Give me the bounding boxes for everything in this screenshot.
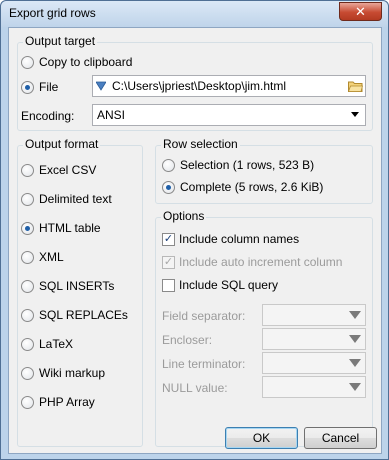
delimited-text-label: Delimited text [39,192,112,206]
sql-replaces-label: SQL REPLACEs [39,308,128,322]
format-option-php-array[interactable]: PHP Array [21,395,95,409]
null-value-label: NULL value: [162,381,228,395]
format-option-wiki-markup[interactable]: Wiki markup [21,366,105,380]
close-button[interactable]: ✕ [339,2,382,21]
include-column-names-label: Include column names [179,232,300,246]
chevron-down-icon [349,383,361,391]
latex-label: LaTeX [39,337,74,351]
funnel-icon [96,81,106,91]
chevron-down-icon [349,311,361,319]
file-radio[interactable] [21,80,34,94]
sql-inserts-radio[interactable] [21,279,34,293]
row-selection-option-complete[interactable]: Complete (5 rows, 2.6 KiB) [162,180,323,194]
format-option-xml[interactable]: XML [21,250,64,264]
close-icon: ✕ [355,3,366,19]
html-table-radio[interactable] [21,221,34,235]
row-selection-legend: Row selection [161,137,240,151]
row-selection-option-selection[interactable]: Selection (1 rows, 523 B) [162,158,314,172]
encoding-label: Encoding: [21,109,75,123]
chevron-down-icon [349,359,361,367]
delimited-text-radio[interactable] [21,192,34,206]
format-option-sql-inserts[interactable]: SQL INSERTs [21,279,114,293]
wiki-markup-radio[interactable] [21,366,34,380]
format-option-html-table[interactable]: HTML table [21,221,101,235]
field-separator-label: Field separator: [162,309,246,323]
latex-radio[interactable] [21,337,34,351]
dialog-client-area: Output target Copy to clipboard File C:\… [8,27,382,454]
options-group: Options ✓ Include column names ✓ Include… [155,209,373,447]
php-array-label: PHP Array [39,395,95,409]
include-column-names-checkbox[interactable]: ✓ [162,232,175,246]
row-selection-group: Row selection Selection (1 rows, 523 B) … [155,137,373,204]
xml-radio[interactable] [21,250,34,264]
excel-csv-label: Excel CSV [39,163,97,177]
cancel-button[interactable]: Cancel [304,427,377,449]
file-option[interactable]: File [21,80,58,94]
encloser-label: Encloser: [162,333,213,347]
options-legend: Options [161,209,207,223]
title-bar[interactable]: Export grid rows ✕ [1,1,388,27]
encloser-select [262,328,366,350]
ok-button[interactable]: OK [225,427,298,449]
include-column-names-option[interactable]: ✓ Include column names [162,232,299,246]
sql-inserts-label: SQL INSERTs [39,279,115,293]
output-format-group: Output format Excel CSV Delimited text H… [17,137,143,447]
export-dialog-window: Export grid rows ✕ Output target Copy to… [0,0,389,460]
html-table-label: HTML table [39,221,101,235]
format-option-latex[interactable]: LaTeX [21,337,73,351]
include-sql-query-label: Include SQL query [179,278,278,292]
format-option-excel-csv[interactable]: Excel CSV [21,163,96,177]
php-array-radio[interactable] [21,395,34,409]
output-format-legend: Output format [23,137,101,151]
file-path-input[interactable]: C:\Users\jpriest\Desktop\jim.html [92,75,366,97]
complete-label: Complete (5 rows, 2.6 KiB) [180,180,324,194]
encoding-value: ANSI [97,108,126,122]
file-path-value: C:\Users\jpriest\Desktop\jim.html [112,79,287,93]
cancel-button-label: Cancel [321,431,360,445]
include-auto-increment-option: ✓ Include auto increment column [162,255,342,269]
chevron-down-icon [349,335,361,343]
copy-to-clipboard-label: Copy to clipboard [39,55,133,69]
include-sql-query-checkbox[interactable] [162,278,175,292]
excel-csv-radio[interactable] [21,163,34,177]
file-label: File [39,80,59,94]
xml-label: XML [39,250,64,264]
window-title: Export grid rows [9,6,96,20]
output-target-legend: Output target [23,34,98,48]
copy-to-clipboard-option[interactable]: Copy to clipboard [21,55,132,69]
include-auto-increment-checkbox: ✓ [162,255,175,269]
sql-replaces-radio[interactable] [21,308,34,322]
line-terminator-label: Line terminator: [162,357,246,371]
complete-radio[interactable] [162,180,175,194]
wiki-markup-label: Wiki markup [39,366,106,380]
format-option-delimited-text[interactable]: Delimited text [21,192,112,206]
null-value-select [262,376,366,398]
include-auto-increment-label: Include auto increment column [179,255,343,269]
ok-button-label: OK [252,431,271,445]
format-option-sql-replaces[interactable]: SQL REPLACEs [21,308,128,322]
folder-icon[interactable] [348,80,363,92]
copy-to-clipboard-radio[interactable] [21,55,34,69]
chevron-down-icon [351,112,359,117]
selection-label: Selection (1 rows, 523 B) [180,158,315,172]
output-target-group: Output target Copy to clipboard File C:\… [17,34,373,131]
line-terminator-select [262,352,366,374]
include-sql-query-option[interactable]: Include SQL query [162,278,278,292]
selection-radio[interactable] [162,158,175,172]
field-separator-select [262,304,366,326]
encoding-select[interactable]: ANSI [92,104,366,126]
